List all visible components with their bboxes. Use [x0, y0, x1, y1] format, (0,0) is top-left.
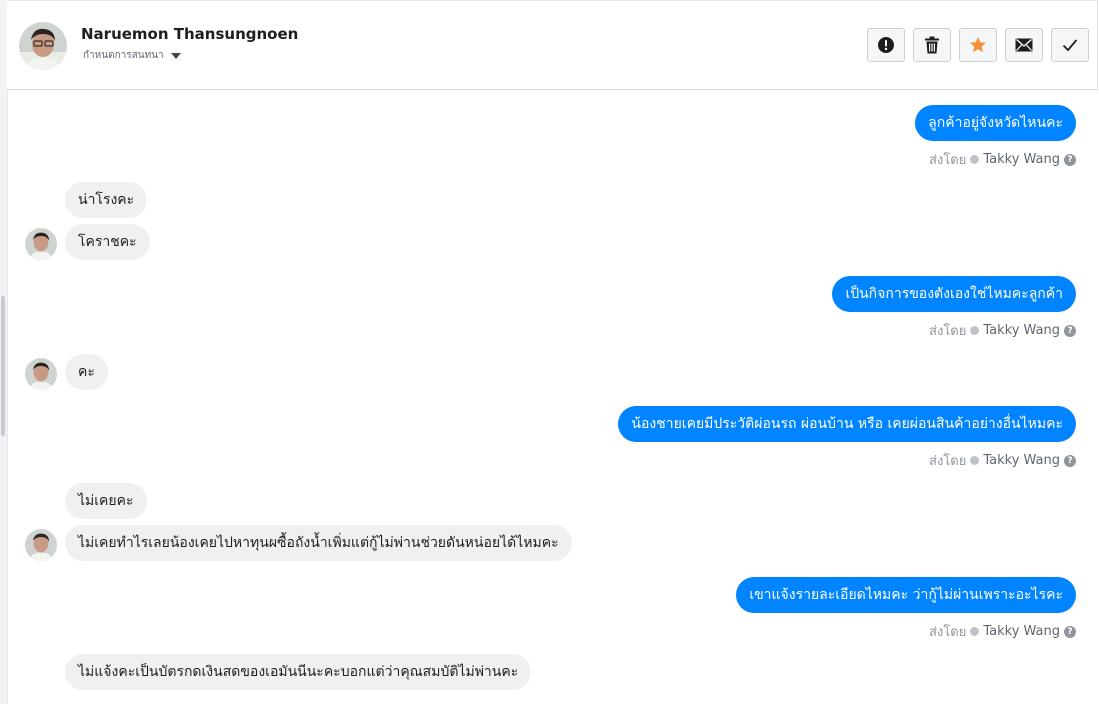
agent-name[interactable]: Takky Wang	[983, 624, 1060, 639]
contact-avatar-small[interactable]	[25, 228, 57, 260]
spam-button[interactable]	[867, 28, 905, 62]
contact-name[interactable]: Naruemon Thansungnoen	[81, 25, 298, 43]
agent-name[interactable]: Takky Wang	[983, 152, 1060, 167]
message-incoming[interactable]: คะ	[65, 354, 108, 390]
mark-unread-button[interactable]	[1005, 28, 1043, 62]
help-icon[interactable]: ?	[1064, 324, 1076, 337]
mark-done-button[interactable]	[1051, 28, 1089, 62]
delete-button[interactable]	[913, 28, 951, 62]
agent-status-icon	[970, 627, 980, 636]
star-button[interactable]	[959, 28, 997, 62]
sent-by-prefix: ส่งโดย	[929, 454, 967, 469]
assign-label: กำหนดการสนทนา	[83, 50, 164, 61]
sent-by-label: ส่งโดย Takky Wang ?	[929, 450, 1076, 471]
envelope-icon	[1015, 38, 1033, 52]
sent-by-prefix: ส่งโดย	[929, 153, 967, 168]
message-outgoing[interactable]: น้องชายเคยมีประวัติผ่อนรถ ผ่อนบ้าน หรือ …	[618, 406, 1076, 442]
message-outgoing[interactable]: เขาแจ้งรายละเอียดไหมคะ ว่ากู้ไม่ผ่านเพรา…	[736, 577, 1076, 613]
agent-name[interactable]: Takky Wang	[983, 323, 1060, 338]
assign-conversation-dropdown[interactable]: กำหนดการสนทนา	[83, 48, 181, 63]
contact-avatar-small[interactable]	[25, 358, 57, 390]
checkmark-icon	[1062, 39, 1078, 52]
sent-by-prefix: ส่งโดย	[929, 625, 967, 640]
contact-avatar-small[interactable]	[25, 529, 57, 561]
agent-status-icon	[970, 326, 980, 335]
sent-by-label: ส่งโดย Takky Wang ?	[929, 149, 1076, 170]
message-incoming[interactable]: น่าโรงคะ	[65, 182, 148, 218]
star-icon	[970, 37, 986, 53]
message-incoming[interactable]: ไม่เคยคะ	[65, 483, 147, 519]
agent-status-icon	[970, 155, 980, 164]
message-incoming[interactable]: ไม่เคยทำไรเลยน้องเคยไปหาทุนผซื้อถังน้ำเพ…	[65, 525, 572, 561]
message-outgoing[interactable]: ลูกค้าอยู่จังหวัดไหนคะ	[915, 105, 1076, 141]
message-thread[interactable]: ลูกค้าอยู่จังหวัดไหนคะ ส่งโดย Takky Wang…	[7, 91, 1099, 704]
agent-name[interactable]: Takky Wang	[983, 453, 1060, 468]
caret-down-icon	[170, 52, 181, 59]
message-outgoing[interactable]: เป็นกิจการของตังเองใช่ไหมคะลูกค้า	[832, 276, 1076, 312]
trash-icon	[925, 36, 939, 54]
message-incoming[interactable]: ไม่แจ้งคะเป็นบัตรกดเงินสดของเอมันนีนะคะบ…	[65, 654, 532, 690]
sent-by-label: ส่งโดย Takky Wang ?	[929, 621, 1076, 642]
scrollbar-thumb[interactable]	[1, 296, 5, 436]
contact-avatar[interactable]	[19, 22, 67, 70]
help-icon[interactable]: ?	[1064, 153, 1076, 166]
alert-circle-icon	[878, 37, 894, 53]
sent-by-prefix: ส่งโดย	[929, 324, 967, 339]
sent-by-label: ส่งโดย Takky Wang ?	[929, 320, 1076, 341]
help-icon[interactable]: ?	[1064, 625, 1076, 638]
help-icon[interactable]: ?	[1064, 454, 1076, 467]
message-incoming[interactable]: โคราชคะ	[65, 224, 150, 260]
agent-status-icon	[970, 456, 980, 465]
conversation-header: Naruemon Thansungnoen กำหนดการสนทนา	[7, 0, 1098, 90]
